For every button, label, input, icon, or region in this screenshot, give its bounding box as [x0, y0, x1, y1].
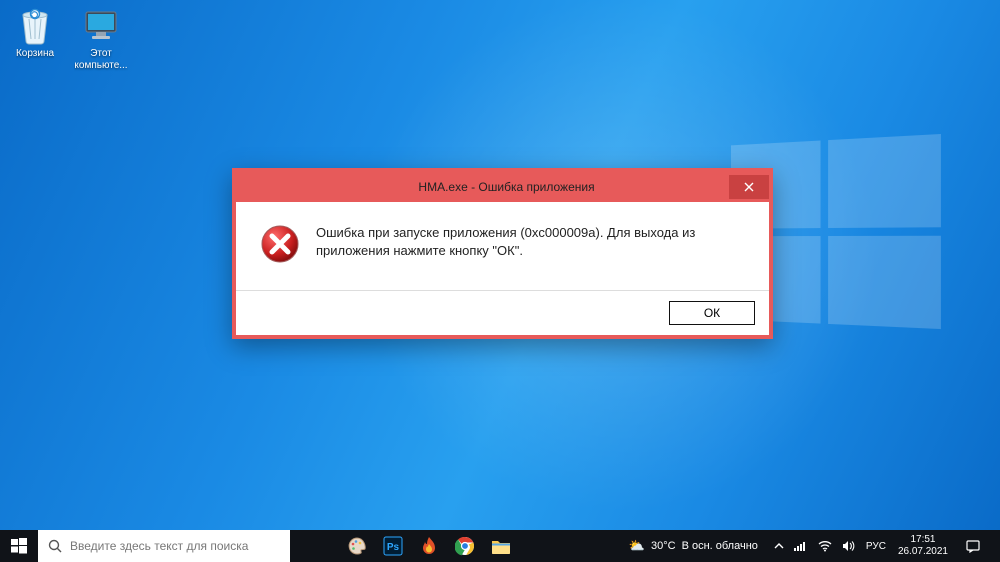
- trash-icon: [15, 6, 55, 46]
- desktop-wallpaper: Корзина Этот компьюте... HMA.exe - Ошибк…: [0, 0, 1000, 530]
- weather-icon: ⛅: [629, 538, 645, 554]
- dialog-title: HMA.exe - Ошибка приложения: [244, 180, 769, 194]
- clock-time: 17:51: [898, 534, 948, 546]
- close-icon: [744, 182, 754, 192]
- clock-date: 26.07.2021: [898, 546, 948, 558]
- palette-icon: [347, 536, 367, 556]
- dialog-button-row: ОК: [236, 290, 769, 335]
- error-icon: [260, 224, 300, 264]
- file-explorer[interactable]: [484, 530, 518, 562]
- weather-desc: В осн. облачно: [682, 540, 758, 552]
- chevron-up-icon[interactable]: [774, 541, 784, 551]
- chrome-app[interactable]: [448, 530, 482, 562]
- flame-icon: [420, 536, 438, 556]
- folder-icon: [491, 537, 511, 555]
- wifi-icon[interactable]: [818, 540, 832, 552]
- this-pc-label: Этот компьюте...: [74, 48, 128, 72]
- network-icon[interactable]: [794, 540, 808, 552]
- photoshop-icon: Ps: [383, 536, 403, 556]
- taskbar-search[interactable]: Введите здесь текст для поиска: [38, 530, 290, 562]
- dialog-message: Ошибка при запуске приложения (0xc000009…: [316, 224, 745, 260]
- start-button[interactable]: [0, 530, 38, 562]
- close-button[interactable]: [729, 175, 769, 199]
- weather-temp: 30°C: [651, 540, 676, 552]
- dialog-titlebar[interactable]: HMA.exe - Ошибка приложения: [236, 172, 769, 202]
- language-indicator[interactable]: РУС: [866, 541, 886, 552]
- search-placeholder: Введите здесь текст для поиска: [70, 539, 280, 553]
- chrome-icon: [455, 536, 475, 556]
- recycle-bin-label: Корзина: [16, 48, 54, 60]
- notifications-icon[interactable]: [960, 539, 986, 553]
- computer-icon: [81, 6, 121, 46]
- taskbar: Введите здесь текст для поиска Ps: [0, 530, 1000, 562]
- system-tray: ⛅ 30°C В осн. облачно РУС 17:51 26.07.20…: [615, 530, 1000, 562]
- svg-text:Ps: Ps: [387, 542, 400, 553]
- error-dialog: HMA.exe - Ошибка приложения: [232, 168, 773, 339]
- taskbar-pinned-apps: Ps: [340, 530, 518, 562]
- this-pc-icon[interactable]: Этот компьюте...: [74, 6, 128, 72]
- search-icon: [48, 539, 62, 553]
- ccleaner-app[interactable]: [412, 530, 446, 562]
- photoshop-app[interactable]: Ps: [376, 530, 410, 562]
- paint-app[interactable]: [340, 530, 374, 562]
- ok-button[interactable]: ОК: [669, 301, 755, 325]
- volume-icon[interactable]: [842, 540, 856, 552]
- weather-widget[interactable]: ⛅ 30°C В осн. облачно: [623, 538, 764, 554]
- desktop-icons: Корзина Этот компьюте...: [8, 6, 128, 72]
- taskbar-clock[interactable]: 17:51 26.07.2021: [892, 534, 954, 558]
- recycle-bin-icon[interactable]: Корзина: [8, 6, 62, 72]
- windows-icon: [11, 538, 27, 554]
